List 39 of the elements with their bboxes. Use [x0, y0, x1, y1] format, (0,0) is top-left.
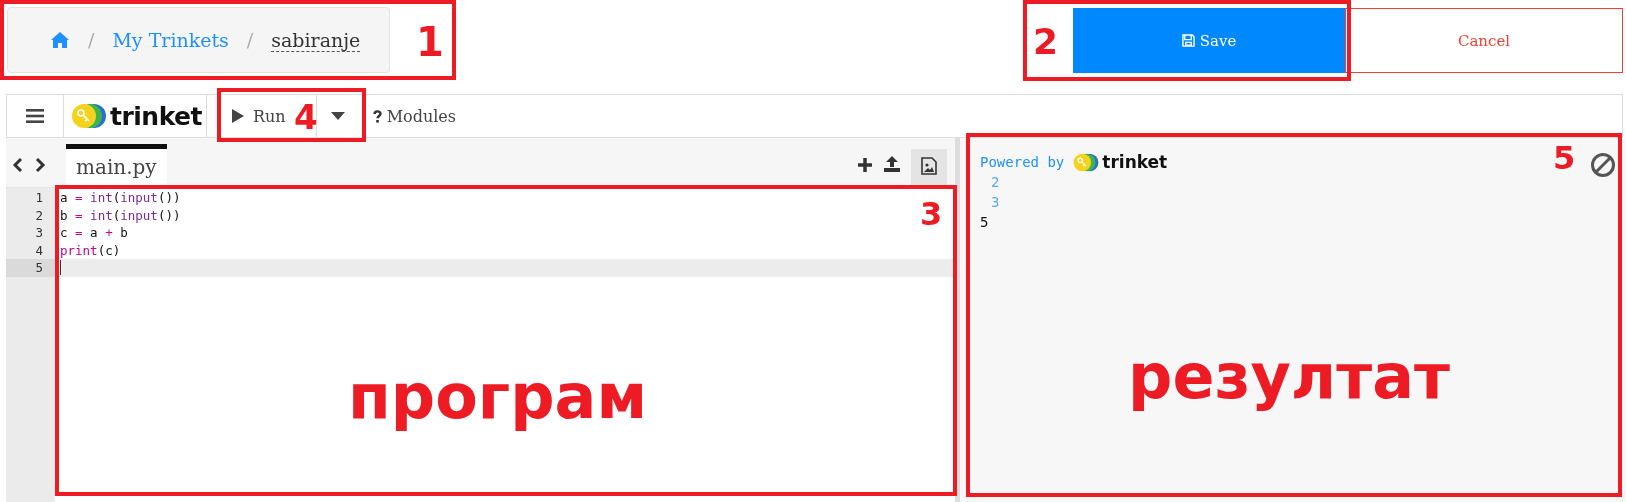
- line-number: 4: [34, 241, 44, 259]
- breadcrumb-separator: /: [88, 29, 95, 51]
- line-number: 3: [34, 224, 44, 242]
- annotation-number: 3: [920, 198, 943, 230]
- play-icon: [231, 108, 245, 124]
- question-mark-icon: [372, 109, 382, 123]
- line-number: 1: [34, 189, 44, 207]
- code-line: a = int(input()): [60, 189, 181, 207]
- logo-text: trinket: [110, 101, 202, 131]
- input-echo: 3: [990, 193, 1000, 212]
- upload-icon[interactable]: [883, 155, 901, 173]
- trinket-logo-icon: [1072, 152, 1101, 172]
- annotation-number: 2: [1033, 24, 1059, 60]
- menu-icon[interactable]: [26, 109, 44, 123]
- breadcrumb-separator: /: [246, 29, 254, 51]
- code-line: b = int(input()): [60, 206, 181, 224]
- home-icon[interactable]: [50, 31, 70, 49]
- annotation-number: 4: [294, 100, 318, 134]
- line-number: 2: [34, 206, 44, 224]
- logo-text: trinket: [1102, 152, 1168, 172]
- save-button[interactable]: Save: [1073, 8, 1345, 73]
- output-line: 5: [980, 213, 989, 232]
- collapse-expand-icon[interactable]: [12, 157, 46, 173]
- clear-icon[interactable]: [1590, 152, 1616, 178]
- text-cursor: [60, 260, 61, 276]
- cancel-button[interactable]: Cancel: [1345, 8, 1623, 73]
- image-icon[interactable]: [921, 157, 937, 175]
- annotation-number: 1: [416, 22, 444, 62]
- trinket-logo-icon: [70, 103, 108, 129]
- line-number: 5: [6, 259, 55, 277]
- trinket-name[interactable]: sabiranje: [271, 28, 361, 52]
- input-echo: 2: [990, 173, 1000, 192]
- code-line: c = a + b: [60, 224, 128, 242]
- powered-by-text: Powered by: [980, 154, 1065, 170]
- add-file-icon[interactable]: [857, 157, 873, 173]
- code-line: print(c): [60, 241, 121, 259]
- annotation-number: 5: [1553, 142, 1576, 174]
- caret-icon: [330, 112, 345, 120]
- file-tab[interactable]: main.py: [66, 144, 167, 187]
